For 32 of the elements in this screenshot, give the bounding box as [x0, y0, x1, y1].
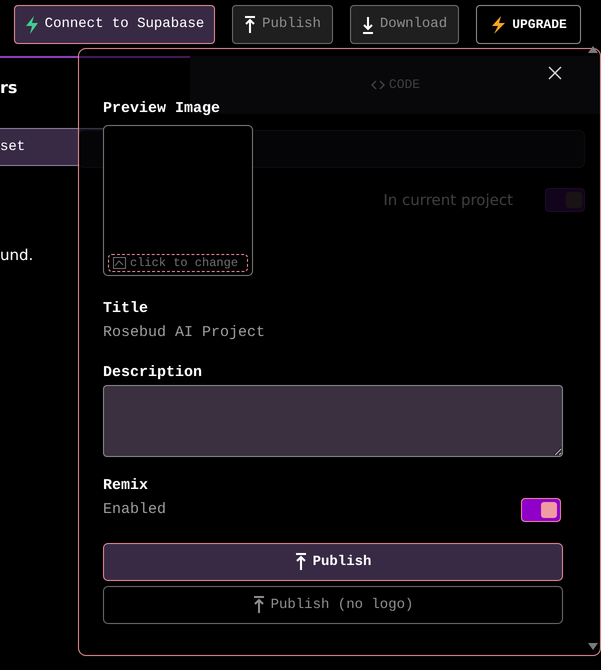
field-label: Preview Image	[103, 100, 220, 118]
download-button[interactable]: Download	[350, 5, 459, 44]
upload-icon	[294, 553, 307, 571]
publish-button[interactable]: Publish (no logo)	[103, 586, 563, 624]
upload-icon	[252, 596, 265, 614]
status-text: Enabled	[103, 501, 166, 519]
remix-toggle[interactable]	[521, 498, 561, 522]
publish-button[interactable]: Publish	[103, 543, 563, 581]
publish-button[interactable]: Publish	[232, 5, 333, 44]
scroll-down-icon[interactable]	[588, 643, 598, 650]
code-icon	[370, 80, 385, 90]
field-label: Description	[103, 364, 202, 382]
image-preview[interactable]: click to change	[103, 125, 253, 276]
toggle-label: In current project	[383, 190, 513, 211]
connect-button[interactable]: Connect to Supabase	[14, 5, 215, 44]
panel-heading: rs	[0, 77, 18, 99]
upload-icon	[244, 16, 256, 34]
description-field[interactable]	[103, 385, 563, 457]
field-label: Title	[103, 300, 148, 318]
bolt-icon	[24, 16, 39, 34]
bolt-icon	[490, 16, 506, 34]
image-icon	[113, 257, 126, 269]
change-image-button[interactable]: click to change	[108, 254, 248, 272]
field-label: Remix	[103, 477, 148, 495]
body-text: und.	[0, 245, 34, 266]
close-icon	[548, 66, 562, 80]
close-button[interactable]	[548, 66, 562, 80]
upgrade-button[interactable]: UPGRADE	[476, 5, 581, 44]
title-value: Rosebud AI Project	[103, 324, 266, 342]
download-icon	[362, 16, 374, 34]
scroll-up-icon[interactable]	[588, 46, 598, 53]
toggle-switch[interactable]	[545, 188, 585, 212]
